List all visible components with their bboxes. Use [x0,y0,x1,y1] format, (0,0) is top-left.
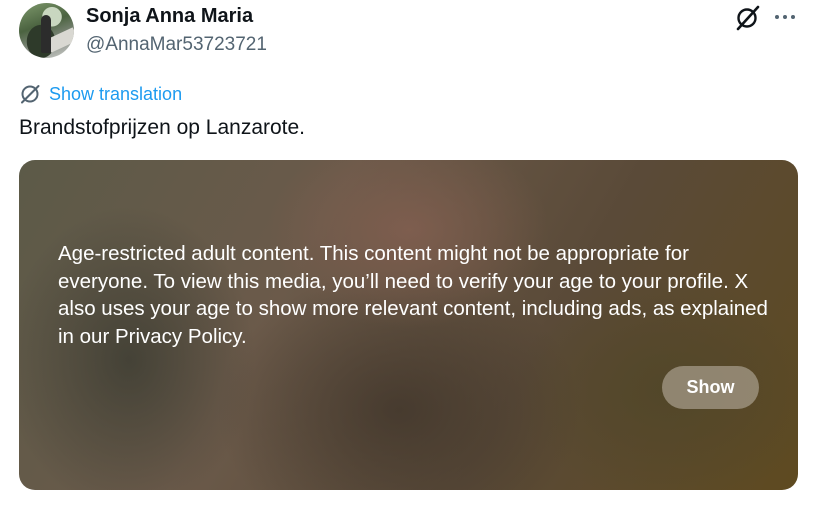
grok-icon[interactable] [734,4,762,32]
tweet-card: Sonja Anna Maria @AnnaMar53723721 Show t… [0,0,821,508]
more-options-icon[interactable] [771,6,799,28]
avatar[interactable] [19,3,74,58]
show-media-button[interactable]: Show [662,366,759,409]
author-handle[interactable]: @AnnaMar53723721 [86,34,267,56]
age-restriction-warning: Age-restricted adult content. This conte… [58,242,768,348]
author-display-name[interactable]: Sonja Anna Maria [86,5,253,28]
show-translation-label: Show translation [49,83,183,104]
show-translation-link[interactable]: Show translation [19,82,182,106]
age-restricted-media: Age-restricted adult content. This conte… [19,160,798,490]
avatar-figure [41,15,51,53]
tweet-text: Brandstofprijzen op Lanzarote. [19,116,306,139]
translate-icon [21,85,40,104]
